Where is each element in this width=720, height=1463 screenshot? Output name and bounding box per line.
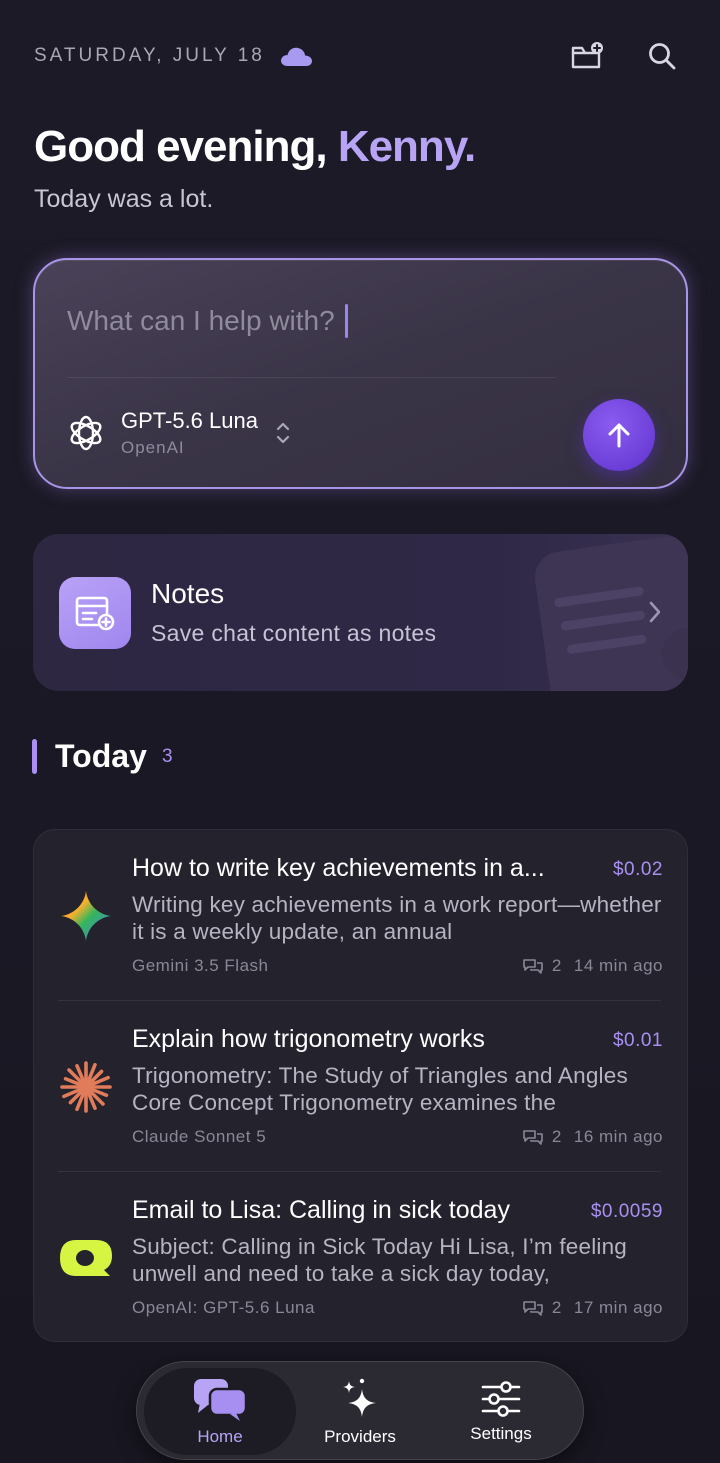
chat-list: How to write key achievements in a... $0… [33,829,688,1342]
search-icon[interactable] [644,38,680,74]
chat-composer: What can I help with? GPT-5.6 Luna OpenA… [33,258,688,489]
chat-time: 17 min ago [573,1298,663,1317]
model-picker[interactable]: GPT-5.6 Luna OpenAI [65,408,292,458]
chat-snippet: Subject: Calling in Sick Today Hi Lisa, … [132,1234,628,1286]
chat-snippet: Writing key achievements in a work repor… [132,892,662,944]
send-button[interactable] [583,399,655,471]
chat-cost: $0.0059 [590,1201,663,1222]
chat-list-item[interactable]: How to write key achievements in a... $0… [34,830,689,1001]
chat-time: 14 min ago [573,956,663,975]
sparkles-icon [343,1378,376,1417]
section-count: 3 [162,746,173,767]
luna-icon [58,1230,114,1286]
openai-logo-icon [65,412,107,454]
message-count-icon [523,1301,543,1316]
chat-list-item[interactable]: Explain how trigonometry works $0.01 Tri… [34,1001,689,1172]
notes-title: Notes [151,578,225,609]
prompt-input[interactable]: What can I help with? [67,304,348,338]
header-actions [570,38,680,74]
prompt-placeholder: What can I help with? [67,305,335,336]
chat-meta: 2 17 min ago [522,1298,663,1318]
notes-description: Save chat content as notes [151,620,437,646]
chat-title: Explain how trigonometry works [132,1025,485,1053]
chat-time: 16 min ago [573,1127,663,1146]
chevron-up-down-icon [274,420,292,446]
arrow-up-icon [608,423,630,448]
notes-decoration-icon [534,536,688,691]
model-provider: OpenAI [121,438,185,457]
chat-cost: $0.01 [612,1030,663,1051]
chat-bubbles-icon [194,1378,248,1421]
tab-home[interactable]: Home [144,1368,296,1455]
tab-label: Settings [470,1423,532,1443]
chevron-right-icon [649,601,661,623]
message-count: 2 [551,956,562,975]
greeting-title: Good evening, Kenny. [34,122,476,172]
message-count-icon [523,1130,543,1145]
claude-icon [58,1059,114,1115]
greeting-subtitle: Today was a lot. [34,185,214,213]
chat-meta: 2 14 min ago [522,956,663,976]
chat-title: How to write key achievements in a... [132,854,545,882]
sliders-icon [481,1380,521,1417]
message-count: 2 [551,1298,562,1317]
tab-label: Home [197,1426,243,1446]
message-count-icon [523,959,543,974]
chat-snippet: Trigonometry: The Study of Triangles and… [132,1063,628,1115]
chat-title: Email to Lisa: Calling in sick today [132,1196,510,1224]
chat-list-item[interactable]: Email to Lisa: Calling in sick today $0.… [34,1172,689,1343]
date-weather: SATURDAY, JULY 18 [34,45,313,67]
chat-meta: 2 16 min ago [522,1127,663,1147]
tab-settings[interactable]: Settings [426,1368,576,1455]
text-caret [344,304,348,338]
tab-label: Providers [324,1426,396,1446]
section-accent-bar [32,739,37,774]
bottom-tab-bar: Home Providers Settings [136,1361,584,1460]
model-info: GPT-5.6 Luna OpenAI [121,408,258,458]
header: SATURDAY, JULY 18 [34,40,680,72]
home-screen: SATURDAY, JULY 18 Good evening, Kenny. T… [0,0,720,1463]
gemini-icon [58,888,114,944]
notes-add-icon [59,577,131,649]
tab-providers[interactable]: Providers [285,1368,435,1455]
chat-cost: $0.02 [612,859,663,880]
notes-card[interactable]: Notes Save chat content as notes [33,534,688,691]
chat-model: Gemini 3.5 Flash [132,956,269,975]
cloud-icon [279,45,313,67]
message-count: 2 [551,1127,562,1146]
section-title: Today [55,738,147,774]
user-name: Kenny. [337,122,476,171]
chat-model: OpenAI: GPT-5.6 Luna [132,1298,315,1317]
date-label: SATURDAY, JULY 18 [34,45,265,66]
greeting-prefix: Good evening, [34,122,328,171]
composer-divider [67,377,556,378]
new-folder-icon[interactable] [570,38,606,74]
model-name: GPT-5.6 Luna [121,408,258,433]
chat-model: Claude Sonnet 5 [132,1127,267,1146]
